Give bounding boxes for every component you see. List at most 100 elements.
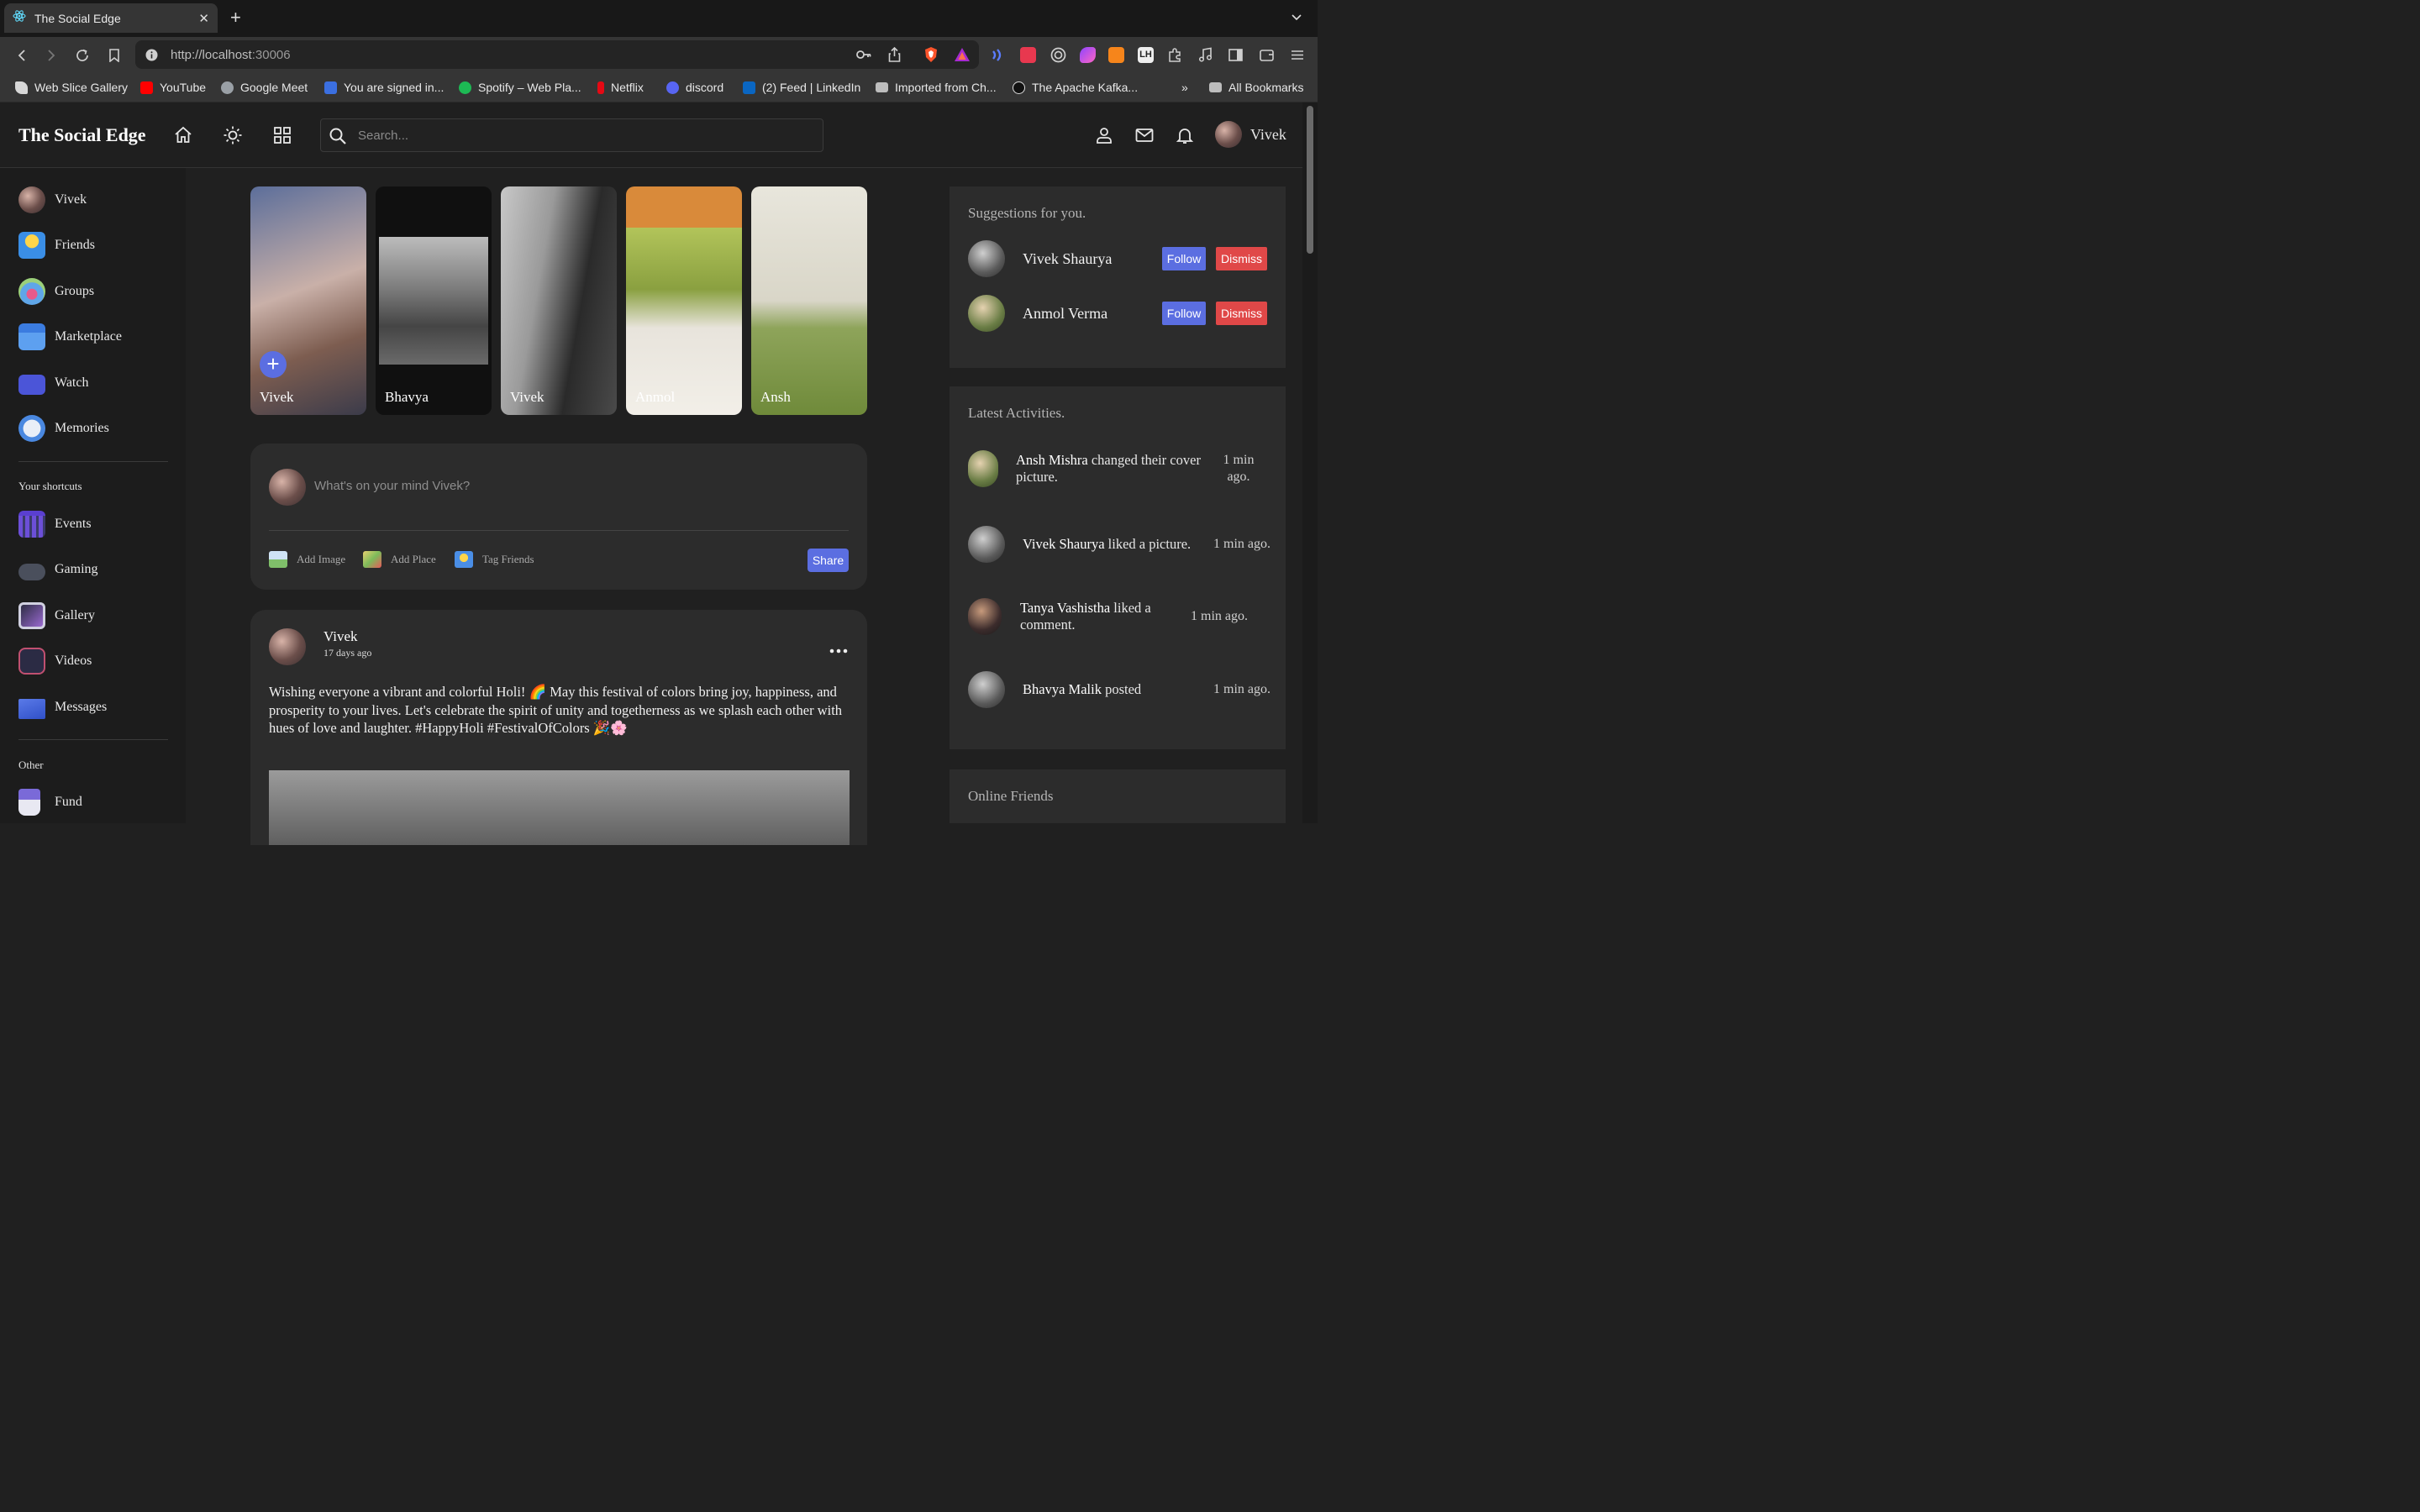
avatar[interactable] bbox=[968, 598, 1002, 635]
bookmark-item[interactable]: Spotify – Web Pla... bbox=[459, 81, 581, 94]
share-icon[interactable] bbox=[888, 46, 901, 66]
follow-button[interactable]: Follow bbox=[1162, 247, 1206, 270]
site-info-icon[interactable] bbox=[145, 49, 158, 66]
browser-tab[interactable]: The Social Edge ✕ bbox=[4, 3, 218, 33]
post-text: Wishing everyone a vibrant and colorful … bbox=[269, 684, 843, 736]
sidebar-item-gaming[interactable]: Gaming bbox=[18, 555, 98, 584]
search-input[interactable] bbox=[358, 126, 812, 144]
address-bar[interactable]: http://localhost:30006 bbox=[135, 40, 979, 69]
extension-target-icon[interactable] bbox=[1050, 47, 1066, 63]
folder-icon bbox=[876, 82, 888, 92]
extension-todo-icon[interactable] bbox=[1020, 47, 1036, 63]
notifications-bell-icon[interactable] bbox=[1175, 125, 1195, 145]
add-place-button[interactable]: Add Place bbox=[363, 551, 436, 568]
bookmark-item[interactable]: Google Meet bbox=[221, 81, 308, 94]
extension-wave-icon[interactable] bbox=[990, 47, 1006, 63]
extensions-puzzle-icon[interactable] bbox=[1167, 47, 1183, 63]
menu-icon[interactable] bbox=[1290, 47, 1306, 63]
bookmark-item[interactable]: Web Slice Gallery bbox=[15, 81, 128, 94]
add-image-button[interactable]: Add Image bbox=[269, 551, 345, 568]
back-icon[interactable] bbox=[13, 46, 31, 65]
add-story-icon[interactable]: + bbox=[260, 351, 287, 378]
post-time: 17 days ago bbox=[324, 647, 372, 659]
dismiss-button[interactable]: Dismiss bbox=[1216, 247, 1267, 270]
story-card[interactable]: Ansh bbox=[751, 186, 867, 415]
bookmark-item[interactable]: Netflix bbox=[597, 81, 644, 94]
bookmark-item[interactable]: Imported from Ch... bbox=[876, 81, 997, 94]
sidebar-item-friends[interactable]: Friends bbox=[18, 231, 95, 260]
tab-list-chevron-icon[interactable] bbox=[1291, 12, 1302, 28]
story-card[interactable]: + Vivek bbox=[250, 186, 366, 415]
grid-apps-icon[interactable] bbox=[272, 125, 292, 145]
bookmarks-overflow-icon[interactable]: » bbox=[1181, 81, 1188, 94]
brave-rewards-icon[interactable] bbox=[954, 47, 971, 66]
s-icon bbox=[324, 81, 337, 94]
sidebar-item-gallery[interactable]: Gallery bbox=[18, 601, 95, 630]
bookmark-item[interactable]: discord bbox=[666, 81, 723, 94]
page-scrollbar[interactable] bbox=[1302, 102, 1318, 823]
bookmark-item[interactable]: (2) Feed | LinkedIn bbox=[743, 81, 860, 94]
scrollbar-thumb[interactable] bbox=[1307, 106, 1313, 254]
url-text: http://localhost:30006 bbox=[171, 48, 291, 62]
bookmark-item[interactable]: YouTube bbox=[140, 81, 206, 94]
sidebar-toggle-icon[interactable] bbox=[1228, 47, 1244, 63]
new-tab-icon[interactable]: + bbox=[230, 8, 241, 27]
theme-sun-icon[interactable] bbox=[223, 125, 243, 145]
watch-icon bbox=[18, 375, 45, 395]
sidebar-item-fund[interactable]: Fund bbox=[18, 788, 82, 816]
lighthouse-icon[interactable]: LH bbox=[1138, 47, 1154, 63]
tab-close-icon[interactable]: ✕ bbox=[198, 11, 209, 26]
bookmark-icon[interactable] bbox=[105, 46, 124, 65]
sidebar-item-messages[interactable]: Messages bbox=[18, 693, 107, 722]
story-card[interactable]: Anmol bbox=[626, 186, 742, 415]
bookmark-item[interactable]: All Bookmarks bbox=[1209, 81, 1303, 94]
forward-icon[interactable] bbox=[42, 46, 60, 65]
wallet-icon[interactable] bbox=[1259, 47, 1275, 63]
sidebar-item-memories[interactable]: Memories bbox=[18, 414, 109, 443]
groups-icon bbox=[18, 278, 45, 305]
bookmark-item[interactable]: You are signed in... bbox=[324, 81, 444, 94]
brave-shield-icon[interactable] bbox=[923, 46, 939, 67]
share-button[interactable]: Share bbox=[808, 549, 849, 572]
avatar[interactable] bbox=[968, 526, 1005, 563]
composer-input[interactable]: What's on your mind Vivek? bbox=[314, 479, 470, 493]
nav-user-menu[interactable]: Vivek bbox=[1215, 121, 1286, 148]
sidebar-item-watch[interactable]: Watch bbox=[18, 369, 88, 397]
sidebar-item-videos[interactable]: Videos bbox=[18, 647, 92, 675]
profile-icon[interactable] bbox=[1094, 125, 1114, 145]
avatar[interactable] bbox=[968, 671, 1005, 708]
suggestion-row: Vivek Shaurya Follow Dismiss bbox=[968, 239, 1267, 278]
media-icon[interactable] bbox=[1197, 47, 1213, 63]
gamepad-icon bbox=[18, 564, 45, 580]
browser-toolbar: http://localhost:30006 LH bbox=[0, 37, 1318, 73]
key-icon[interactable] bbox=[856, 48, 871, 66]
friends-icon bbox=[455, 551, 473, 568]
home-icon[interactable] bbox=[173, 125, 193, 145]
sidebar-item-groups[interactable]: Groups bbox=[18, 277, 94, 306]
post-image[interactable] bbox=[269, 770, 850, 845]
avatar[interactable] bbox=[968, 450, 998, 487]
extension-color-icon[interactable] bbox=[1080, 47, 1096, 63]
marketplace-icon bbox=[18, 323, 45, 350]
mail-icon[interactable] bbox=[1134, 125, 1155, 145]
story-card[interactable]: Vivek bbox=[501, 186, 617, 415]
sidebar-item-profile[interactable]: Vivek bbox=[18, 186, 87, 214]
story-card[interactable]: Bhavya bbox=[376, 186, 492, 415]
post-author[interactable]: Vivek bbox=[324, 628, 358, 645]
suggestions-title: Suggestions for you. bbox=[968, 205, 1086, 221]
avatar[interactable] bbox=[968, 295, 1005, 332]
dismiss-button[interactable]: Dismiss bbox=[1216, 302, 1267, 325]
metamask-icon[interactable] bbox=[1108, 47, 1124, 63]
more-options-icon[interactable] bbox=[829, 643, 848, 659]
follow-button[interactable]: Follow bbox=[1162, 302, 1206, 325]
sidebar-item-events[interactable]: Events bbox=[18, 510, 92, 538]
sidebar-item-marketplace[interactable]: Marketplace bbox=[18, 323, 122, 351]
reload-icon[interactable] bbox=[73, 46, 92, 65]
map-icon bbox=[363, 551, 381, 568]
tag-friends-button[interactable]: Tag Friends bbox=[455, 551, 534, 568]
avatar[interactable] bbox=[269, 628, 306, 665]
avatar[interactable] bbox=[968, 240, 1005, 277]
bookmark-item[interactable]: The Apache Kafka... bbox=[1013, 81, 1138, 94]
linkedin-icon bbox=[743, 81, 755, 94]
app-logo[interactable]: The Social Edge bbox=[18, 124, 146, 146]
